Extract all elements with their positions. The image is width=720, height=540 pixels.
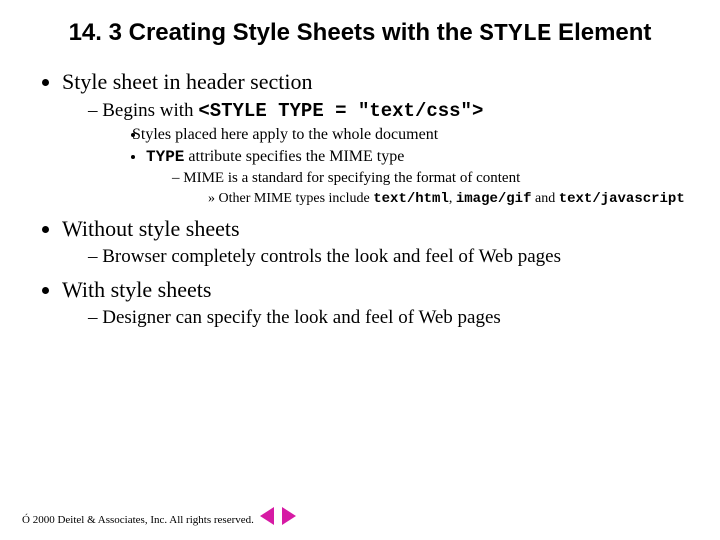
bullet-1: Style sheet in header section Begins wit…	[62, 68, 692, 209]
mime-mid1: ,	[449, 191, 456, 206]
bullet-list: Style sheet in header section Begins wit…	[28, 68, 692, 331]
title-code: STYLE	[479, 21, 551, 48]
bullet-2: Without style sheets Browser completely …	[62, 215, 692, 270]
mime-c3: text/javascript	[559, 191, 685, 207]
bullet-1-1-b: TYPE attribute specifies the MIME type M…	[146, 147, 692, 208]
mime-c2: image/gif	[456, 191, 532, 207]
bullet-1-1-pre: Begins with	[102, 100, 198, 121]
bullet-3-1: Designer can specify the look and feel o…	[88, 306, 692, 331]
bullet-1-1-b-i: MIME is a standard for specifying the fo…	[172, 169, 692, 208]
bullet-2-1: Browser completely controls the look and…	[88, 245, 692, 270]
bullet-3: With style sheets Designer can specify t…	[62, 276, 692, 331]
mime-mid2: and	[532, 191, 559, 206]
slide: 14. 3 Creating Style Sheets with the STY…	[0, 0, 720, 540]
title-post: Element	[551, 19, 651, 46]
mime-pre: Other MIME types include	[219, 191, 374, 206]
bullet-1-text: Style sheet in header section	[62, 69, 312, 94]
bullet-1-1-b-i-a: Other MIME types include text/html, imag…	[208, 190, 692, 209]
mime-c1: text/html	[373, 191, 449, 207]
bullet-2-1-text: Browser completely controls the look and…	[102, 246, 561, 267]
next-arrow-icon[interactable]	[282, 507, 296, 525]
prev-arrow-icon[interactable]	[260, 507, 274, 525]
copyright-footer: Ó 2000 Deitel & Associates, Inc. All rig…	[22, 514, 254, 526]
bullet-1-1-b-post: attribute specifies the MIME type	[184, 148, 404, 165]
bullet-1-1-b-code: TYPE	[146, 148, 184, 166]
bullet-1-1-b-i-text: MIME is a standard for specifying the fo…	[183, 170, 520, 186]
bullet-1-1-a: Styles placed here apply to the whole do…	[146, 125, 692, 145]
bullet-1-1: Begins with <STYLE TYPE = "text/css"> St…	[88, 99, 692, 209]
title-pre: 14. 3 Creating Style Sheets with the	[69, 19, 480, 46]
bullet-1-1-code: <STYLE TYPE = "text/css">	[198, 100, 483, 122]
slide-nav	[258, 507, 298, 530]
bullet-2-text: Without style sheets	[62, 216, 240, 241]
bullet-3-1-text: Designer can specify the look and feel o…	[102, 307, 501, 328]
slide-title: 14. 3 Creating Style Sheets with the STY…	[68, 18, 652, 50]
bullet-3-text: With style sheets	[62, 277, 211, 302]
